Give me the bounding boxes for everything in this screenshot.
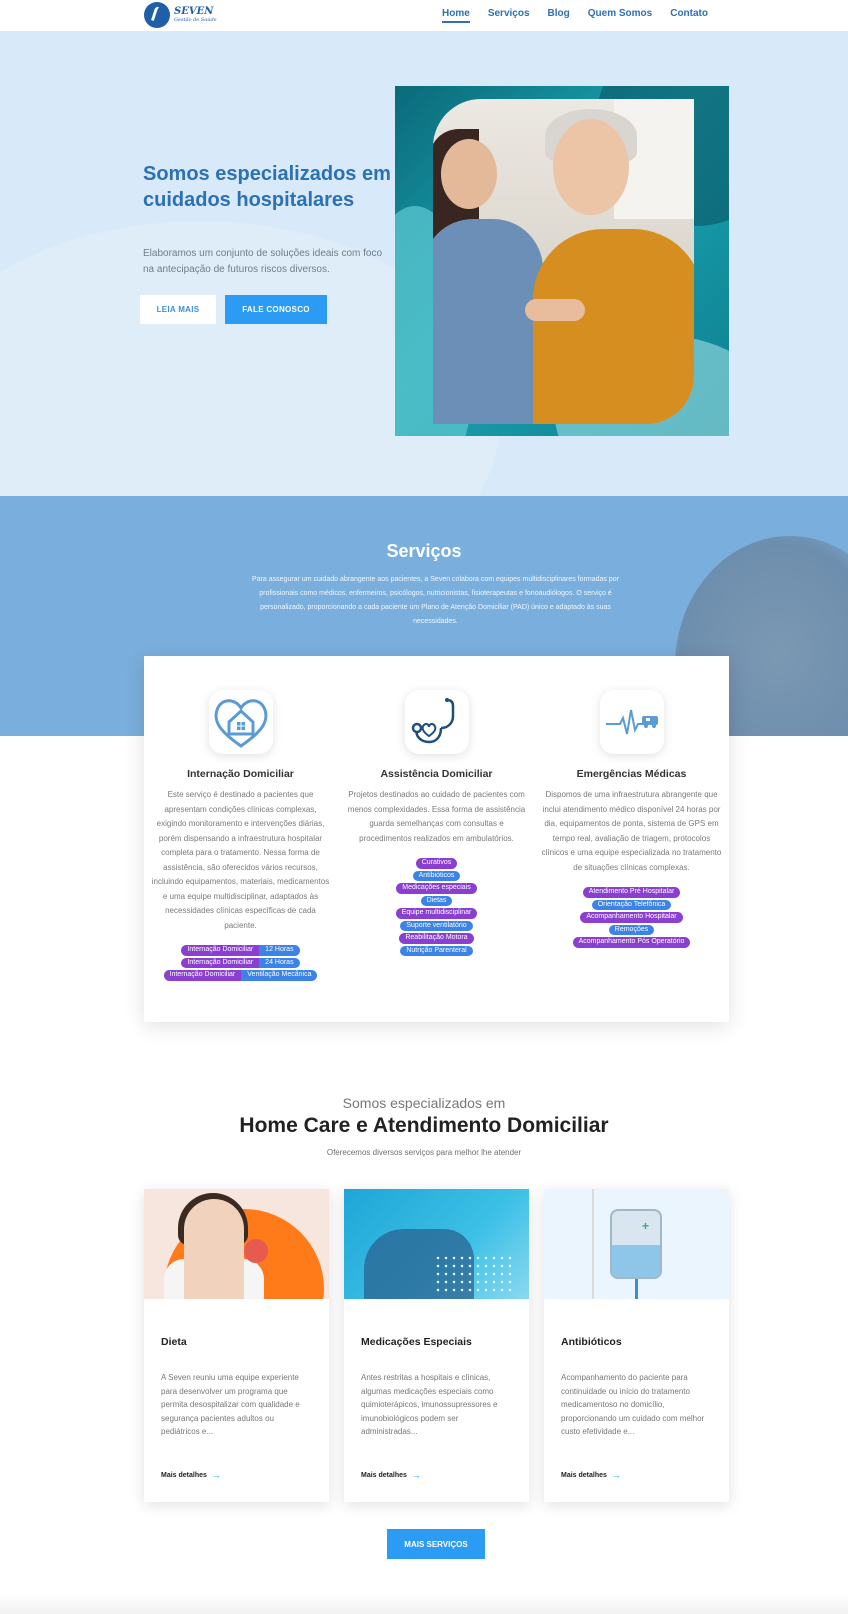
more-details-link[interactable]: Mais detalhes →: [161, 1470, 221, 1480]
card-text: Acompanhamento do paciente para continui…: [561, 1373, 705, 1436]
stethoscope-icon: [404, 690, 469, 754]
nav-servicos[interactable]: Serviços: [488, 7, 530, 19]
service-title: Internação Domiciliar: [187, 768, 294, 780]
service-emergencias: Emergências Médicas Dispomos de uma infr…: [539, 656, 724, 948]
hero-section: Somos especializados em cuidados hospita…: [0, 31, 848, 496]
card-title: Antibióticos: [561, 1336, 622, 1348]
service-tags: Atendimento Pré Hospitalar Orientação Te…: [539, 887, 724, 948]
tag-acompanhamento: Acompanhamento Hospitalar: [580, 912, 683, 923]
tag-pre-hospitalar: Atendimento Pré Hospitalar: [582, 887, 681, 898]
service-text: Este serviço é destinado a pacientes que…: [151, 790, 330, 930]
hero-title: Somos especializados em cuidados hospita…: [143, 163, 391, 211]
service-title: Assistência Domiciliar: [380, 768, 493, 780]
footer-edge: [0, 1594, 848, 1614]
tag-medicacoes: Medicações especiais: [396, 883, 477, 894]
services-description: Para assegurar um cuidado abrangente aos…: [252, 576, 619, 625]
service-text: Projetos destinados ao cuidado de pacien…: [347, 790, 526, 843]
tag-antibioticos: Antibióticos: [412, 870, 461, 881]
card-text: Antes restritas a hospitais e clínicas, …: [361, 1373, 498, 1436]
tag-reabilitacao: Reabilitação Motora: [399, 933, 474, 944]
services-card: Internação Domiciliar Este serviço é des…: [144, 656, 729, 1022]
brand-name: SEVEN: [174, 6, 214, 17]
arrow-right-icon: →: [211, 1470, 221, 1480]
read-more-button[interactable]: LEIA MAIS: [140, 295, 216, 324]
card-medicacoes[interactable]: Medicações Especiais Antes restritas a h…: [344, 1189, 529, 1502]
tag-pos-operatorio: Acompanhamento Pós Operatório: [572, 937, 691, 948]
card-text: A Seven reuniu uma equipe experiente par…: [161, 1373, 300, 1436]
nav-quem-somos[interactable]: Quem Somos: [588, 7, 652, 19]
nav-contato[interactable]: Contato: [670, 7, 708, 19]
house-heart-icon: [208, 690, 273, 754]
service-assistencia: Assistência Domiciliar Projetos destinad…: [344, 656, 529, 956]
service-text: Dispomos de uma infraestrutura abrangent…: [541, 790, 722, 872]
homecare-pretitle: Somos especializados em: [342, 1095, 506, 1111]
top-navbar: SEVEN Gestão de Saúde Home Serviços Blog…: [0, 0, 848, 31]
tag-internacao-12h: Internação Domiciliar 12 Horas: [181, 945, 300, 956]
more-services-button[interactable]: MAIS SERVIÇOS: [387, 1529, 485, 1559]
services-title: Serviços: [386, 541, 462, 561]
arrow-right-icon: →: [611, 1470, 621, 1480]
tag-nutricao: Nutrição Parenteral: [400, 945, 473, 956]
more-details-link[interactable]: Mais detalhes →: [561, 1470, 621, 1480]
card-title: Medicações Especiais: [361, 1336, 472, 1348]
syringe-image: [344, 1189, 529, 1299]
brand-tagline: Gestão de Saúde: [174, 17, 217, 23]
tag-internacao-24h: Internação Domiciliar 24 Horas: [181, 957, 300, 968]
iv-bag-image: +: [544, 1189, 729, 1299]
ambulance-pulse-icon: [599, 690, 664, 754]
hero-image-frame: [395, 86, 729, 436]
service-internacao: Internação Domiciliar Este serviço é des…: [148, 656, 333, 981]
card-title: Dieta: [161, 1336, 187, 1348]
main-menu: Home Serviços Blog Quem Somos Contato: [442, 0, 708, 26]
tag-equipe: Equipe multidisciplinar: [395, 908, 478, 919]
tag-suporte: Suporte ventilatório: [400, 920, 473, 931]
more-details-link[interactable]: Mais detalhes →: [361, 1470, 421, 1480]
contact-us-button[interactable]: FALE CONOSCO: [225, 295, 327, 324]
nav-home[interactable]: Home: [442, 7, 470, 23]
tag-curativos: Curativos: [415, 858, 458, 869]
nurse-and-elderly-photo: [433, 99, 694, 424]
tag-dietas: Dietas: [420, 895, 453, 906]
card-antibioticos[interactable]: + Antibióticos Acompanhamento do pacient…: [544, 1189, 729, 1502]
homecare-title: Home Care e Atendimento Domiciliar: [239, 1114, 609, 1137]
arrow-right-icon: →: [411, 1470, 421, 1480]
logo-icon: [144, 2, 170, 28]
brand-logo[interactable]: SEVEN Gestão de Saúde: [144, 2, 217, 28]
tag-remocoes: Remoções: [608, 924, 655, 935]
service-tags: Curativos Antibióticos Medicações especi…: [344, 858, 529, 956]
homecare-subtitle: Oferecemos diversos serviços para melhor…: [326, 1148, 522, 1157]
doctor-apple-image: [144, 1189, 329, 1299]
tag-internacao-ventilacao: Internação Domiciliar Ventilação Mecânica: [163, 970, 318, 981]
tag-orientacao: Orientação Telefônica: [591, 899, 672, 910]
card-dieta[interactable]: Dieta A Seven reuniu uma equipe experien…: [144, 1189, 329, 1502]
hero-subtitle: Elaboramos um conjunto de soluções ideai…: [143, 248, 383, 275]
nav-blog[interactable]: Blog: [548, 7, 570, 19]
service-title: Emergências Médicas: [576, 768, 687, 780]
service-tags: Internação Domiciliar 12 Horas Internação…: [148, 945, 333, 981]
